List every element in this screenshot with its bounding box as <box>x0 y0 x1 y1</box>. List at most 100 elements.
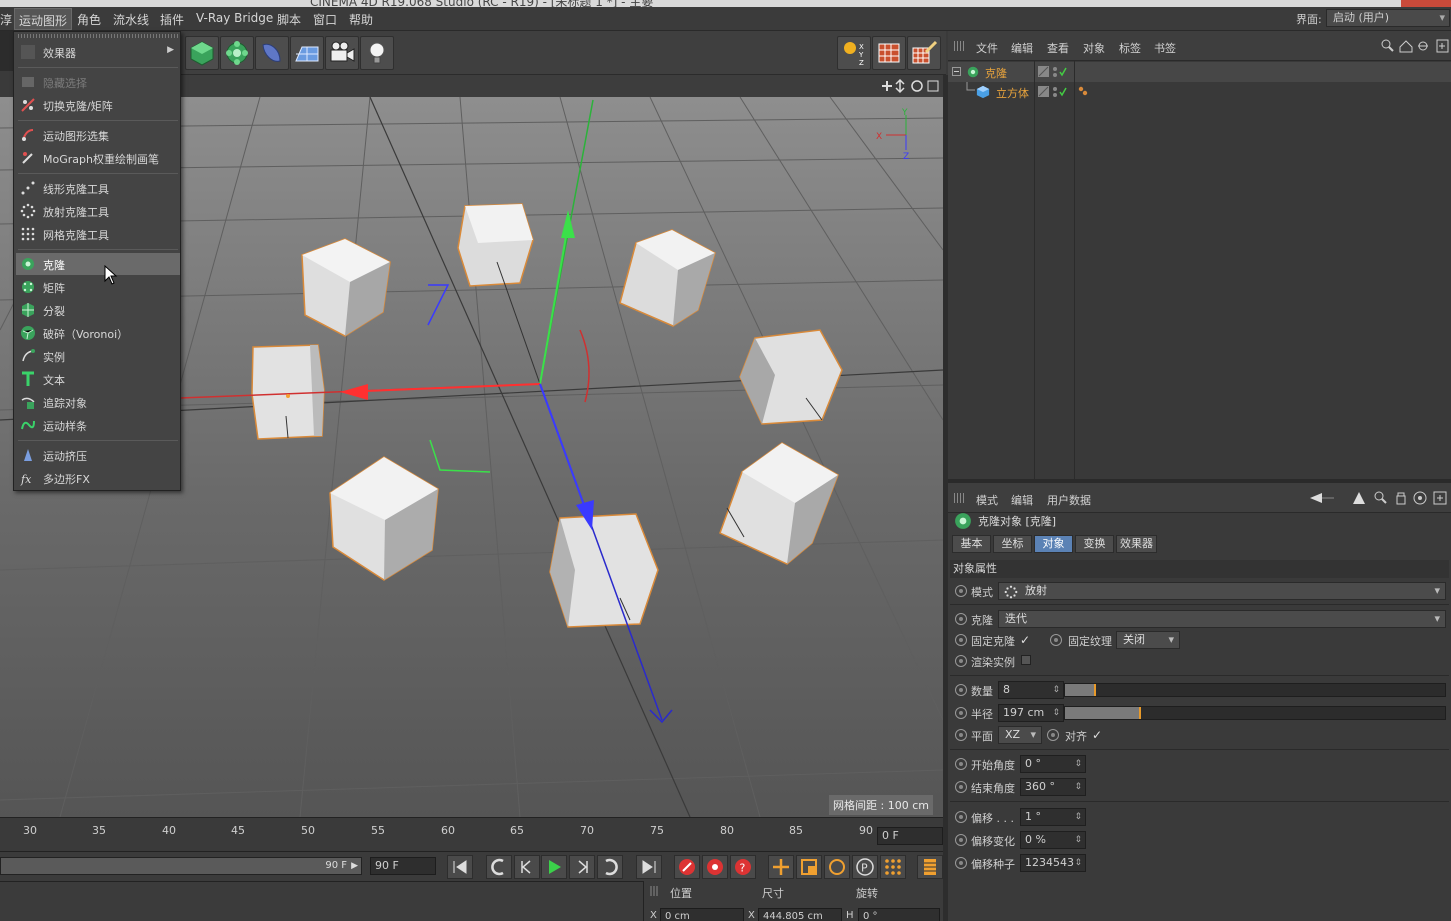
menu-item-text[interactable]: 文本 <box>16 368 180 390</box>
menu-item-tracer[interactable]: 追踪对象 <box>16 391 180 413</box>
menu-item-radial-cloner[interactable]: 放射克隆工具 <box>16 200 180 222</box>
am-menu-userdata[interactable]: 用户数据 <box>1047 492 1091 508</box>
key-position-button[interactable] <box>768 855 794 879</box>
animate-radio-icon[interactable] <box>955 655 967 667</box>
align-checkbox[interactable]: ✓ <box>1092 728 1102 742</box>
menu-item-mograph-selection[interactable]: 运动图形选集 <box>16 124 180 146</box>
cube-primitive-button[interactable] <box>185 36 219 70</box>
count-slider[interactable] <box>1064 683 1446 697</box>
next-frame-button[interactable] <box>569 855 595 879</box>
object-name[interactable]: 立方体 <box>996 85 1029 101</box>
play-button[interactable] <box>541 855 567 879</box>
timeline-ruler[interactable]: 30 35 40 45 50 55 60 65 70 75 80 85 90 0… <box>0 817 943 851</box>
object-row-cube[interactable]: 立方体 <box>948 82 1451 102</box>
record-keys-button[interactable] <box>674 855 700 879</box>
offset-field[interactable]: 1 ° <box>1020 808 1086 826</box>
tab-object[interactable]: 对象 <box>1034 535 1073 553</box>
animate-radio-icon[interactable] <box>955 707 967 719</box>
object-name[interactable]: 克隆 <box>985 65 1007 81</box>
object-tree[interactable]: 克隆 立方体 <box>948 61 1451 479</box>
om-menu-objects[interactable]: 对象 <box>1083 40 1105 56</box>
menu-item-vray-bridge[interactable]: V-Ray Bridge <box>196 11 273 25</box>
animate-radio-icon[interactable] <box>955 857 967 869</box>
animate-radio-icon[interactable] <box>955 729 967 741</box>
plane-select[interactable]: XZ <box>998 726 1042 744</box>
offset-seed-field[interactable]: 1234543 <box>1020 854 1086 872</box>
key-pla-button[interactable] <box>880 855 906 879</box>
interface-layout-select[interactable]: 启动 (用户) <box>1326 9 1450 27</box>
menu-tearoff-handle[interactable] <box>18 34 178 38</box>
fix-texture-select[interactable]: 关闭 <box>1116 631 1180 649</box>
deformer-button[interactable] <box>255 36 289 70</box>
column-divider[interactable] <box>1034 61 1035 479</box>
panel-grip-icon[interactable] <box>954 41 964 51</box>
xyz-lock-button[interactable]: XYZ <box>837 36 871 70</box>
menu-item-help[interactable]: 帮助 <box>349 11 373 28</box>
start-angle-field[interactable]: 0 ° <box>1020 755 1086 773</box>
render-settings-button[interactable] <box>907 36 941 70</box>
previous-key-button[interactable] <box>486 855 512 879</box>
tab-transform[interactable]: 变换 <box>1075 535 1114 553</box>
om-menu-tags[interactable]: 标签 <box>1119 40 1141 56</box>
fix-clone-checkbox[interactable]: ✓ <box>1020 633 1030 647</box>
h-rotation-field[interactable]: 0 ° <box>858 908 940 921</box>
mode-select[interactable]: 放射 <box>998 582 1446 600</box>
am-menu-edit[interactable]: 编辑 <box>1011 492 1033 508</box>
end-frame-field[interactable]: 90 F <box>370 857 436 875</box>
tab-coordinates[interactable]: 坐标 <box>993 535 1032 553</box>
om-menu-view[interactable]: 查看 <box>1047 40 1069 56</box>
menu-item-matrix[interactable]: 矩阵 <box>16 276 180 298</box>
tree-collapse-icon[interactable] <box>952 67 962 77</box>
object-visibility-flags[interactable] <box>1037 85 1091 99</box>
animate-radio-icon[interactable] <box>955 684 967 696</box>
menu-item-truncated[interactable]: 淳 <box>0 11 12 28</box>
render-view-button[interactable] <box>872 36 906 70</box>
camera-button[interactable] <box>325 36 359 70</box>
clones-select[interactable]: 迭代 <box>998 610 1446 628</box>
column-divider[interactable] <box>1074 61 1075 479</box>
animate-radio-icon[interactable] <box>955 758 967 770</box>
key-parameter-button[interactable]: P <box>852 855 878 879</box>
radius-slider-handle[interactable] <box>1139 707 1141 719</box>
om-toolbar-icons[interactable] <box>1381 39 1449 53</box>
animate-radio-icon[interactable] <box>955 613 967 625</box>
object-row-cloner[interactable]: 克隆 <box>948 62 1451 82</box>
go-to-end-button[interactable] <box>636 855 662 879</box>
animate-radio-icon[interactable] <box>955 781 967 793</box>
animate-radio-icon[interactable] <box>1050 634 1062 646</box>
radius-slider[interactable] <box>1064 706 1446 720</box>
key-scale-button[interactable] <box>796 855 822 879</box>
keyframe-selection-button[interactable]: ? <box>730 855 756 879</box>
menu-item-weight-brush[interactable]: MoGraph权重绘制画笔 <box>16 147 180 169</box>
am-toolbar-icons[interactable] <box>1308 490 1448 506</box>
render-instances-checkbox[interactable] <box>1021 655 1031 665</box>
animate-radio-icon[interactable] <box>1047 729 1059 741</box>
previous-frame-button[interactable] <box>514 855 540 879</box>
current-frame-field[interactable]: 0 F <box>877 827 943 845</box>
floor-button[interactable] <box>290 36 324 70</box>
tab-basic[interactable]: 基本 <box>952 535 991 553</box>
radius-field[interactable]: 197 cm <box>998 704 1064 722</box>
menu-item-instance[interactable]: 实例 <box>16 345 180 367</box>
menu-item-mograph[interactable]: 运动图形 <box>14 8 73 30</box>
timeline-window-button[interactable] <box>917 855 943 879</box>
menu-item-effectors[interactable]: 效果器 ▶ <box>16 41 180 63</box>
panel-grip-icon[interactable] <box>650 886 660 896</box>
om-menu-bookmarks[interactable]: 书签 <box>1154 40 1176 56</box>
animate-radio-icon[interactable] <box>955 811 967 823</box>
timeline-range-slider[interactable]: 90 F ▶ <box>0 857 362 875</box>
window-close-accent[interactable] <box>1401 0 1451 7</box>
om-menu-file[interactable]: 文件 <box>976 40 998 56</box>
menu-item-character[interactable]: 角色 <box>77 11 101 28</box>
mograph-cloner-button[interactable] <box>220 36 254 70</box>
menu-item-voronoi-fracture[interactable]: 破碎（Voronoi） <box>16 322 180 344</box>
menu-item-plugins[interactable]: 插件 <box>160 11 184 28</box>
menu-item-pipeline[interactable]: 流水线 <box>113 11 149 28</box>
count-field[interactable]: 8 <box>998 681 1064 699</box>
animate-radio-icon[interactable] <box>955 834 967 846</box>
light-button[interactable] <box>360 36 394 70</box>
viewport-nav-icons[interactable] <box>880 78 942 94</box>
next-key-button[interactable] <box>597 855 623 879</box>
menu-item-window[interactable]: 窗口 <box>313 11 337 28</box>
key-rotation-button[interactable] <box>824 855 850 879</box>
